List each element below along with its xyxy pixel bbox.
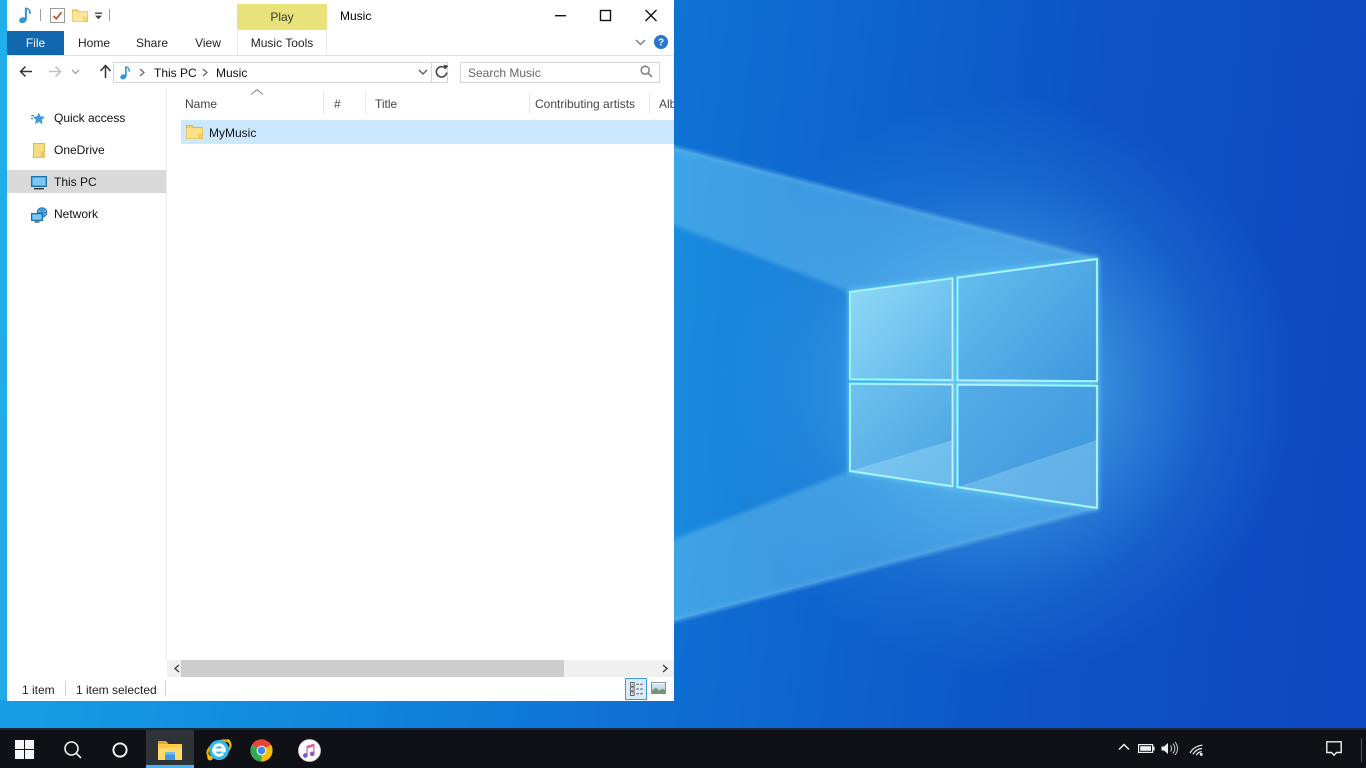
svg-text:?: ? (658, 38, 664, 49)
